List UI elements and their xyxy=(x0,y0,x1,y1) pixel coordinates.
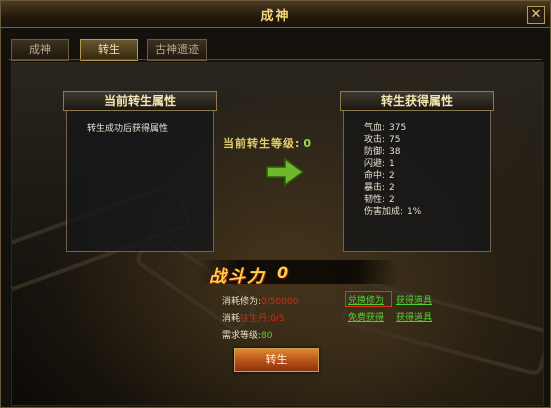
stat-damage-bonus: 伤害加成: 1% xyxy=(364,207,422,217)
exchange-cultivation-link[interactable]: 兑换修为 xyxy=(348,293,384,306)
get-item-link-1[interactable]: 获得道具 xyxy=(396,293,432,306)
rebirth-level: 当前转生等级: 0 xyxy=(223,137,313,150)
current-attributes-title: 当前转生属性 xyxy=(63,91,217,111)
tab-chengshen[interactable]: 成神 xyxy=(11,39,69,61)
title-bar: 成神 ✕ xyxy=(1,1,550,28)
cost-cultivation: 消耗修为:0/50000 xyxy=(222,297,299,307)
current-attributes-panel: 转生成功后获得属性 xyxy=(66,95,214,252)
rebirth-button[interactable]: 转生 xyxy=(234,348,319,372)
power-value: 0 xyxy=(277,263,289,282)
cost-dan: 消耗往生丹:0/5 xyxy=(222,314,285,324)
free-get-link[interactable]: 免费获得 xyxy=(348,310,384,323)
gain-attributes-panel: 气血: 375 攻击: 75 防御: 38 闪避: 1 命中: 2 暴击: 2 韧性: 2 伤… xyxy=(343,95,491,252)
tab-zhuansheng[interactable]: 转生 xyxy=(80,39,138,61)
close-icon: ✕ xyxy=(530,7,542,22)
tab-gushen-yiji[interactable]: 古神遗迹 xyxy=(147,39,207,61)
current-attributes-text: 转生成功后获得属性 xyxy=(87,124,169,134)
window: 成神 ✕ 成神 转生 古神遗迹 转生成功后获得属性 当前转生属性 气血: 375 … xyxy=(0,0,551,408)
level-requirement: 需求等级:80 xyxy=(222,331,273,341)
gain-attributes-title: 转生获得属性 xyxy=(340,91,494,111)
arrow-right-icon xyxy=(265,157,305,191)
get-item-link-2[interactable]: 获得道具 xyxy=(396,310,432,323)
tab-divider xyxy=(9,59,542,60)
power-label: 战斗力 xyxy=(209,267,266,287)
close-button[interactable]: ✕ xyxy=(527,6,545,24)
window-title: 成神 xyxy=(260,9,291,24)
